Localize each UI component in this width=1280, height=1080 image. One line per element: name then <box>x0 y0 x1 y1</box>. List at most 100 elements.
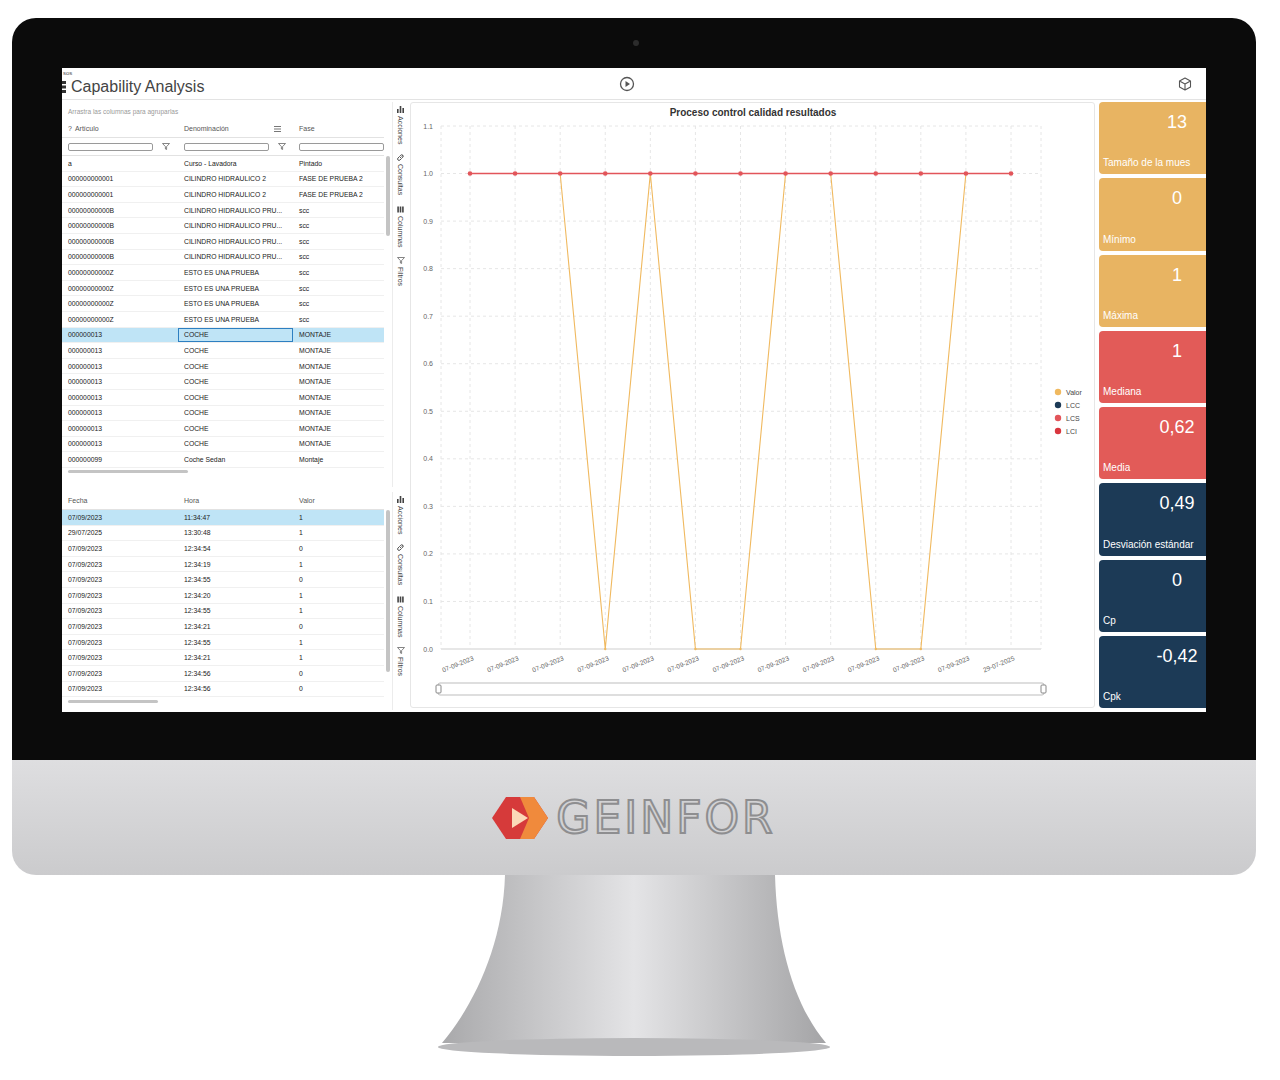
cell-focus[interactable]: ESTO ES UNA PRUEBA <box>178 296 293 311</box>
table-cell[interactable]: 07/09/2023 <box>62 572 178 587</box>
cell-focus[interactable]: Coche Sedan <box>178 452 293 467</box>
filter-input[interactable] <box>184 143 269 151</box>
table-cell[interactable]: 000000013 <box>62 406 178 421</box>
table-cell[interactable]: ESTO ES UNA PRUEBA <box>184 269 259 276</box>
vertical-scrollbar[interactable] <box>384 102 392 487</box>
table-cell[interactable]: 07/09/2023 <box>62 510 178 525</box>
cell-focus[interactable]: Curso - Lavadora <box>178 156 293 171</box>
slider-handle[interactable] <box>436 685 441 693</box>
table-cell[interactable]: CILINDRO HIDRAULICO 2 <box>184 191 266 198</box>
table-cell[interactable]: scc <box>293 203 384 218</box>
table-cell[interactable]: FASE DE PRUEBA 2 <box>293 172 384 187</box>
table-row[interactable]: 00000000000Z ESTO ES UNA PRUEBA scc <box>62 312 384 328</box>
table-row[interactable]: 000000013COCHEMONTAJE <box>62 374 384 390</box>
table-cell[interactable]: 00000000000Z <box>62 296 178 311</box>
table-cell[interactable]: MONTAJE <box>293 343 384 358</box>
table-cell[interactable]: 00000000000B <box>62 218 178 233</box>
scroll-thumb[interactable] <box>68 700 158 703</box>
table-cell[interactable]: CILINDRO HIDRAULICO PRU... <box>184 253 282 260</box>
scroll-thumb[interactable] <box>386 510 390 672</box>
cell-focus[interactable]: COCHE <box>178 437 293 452</box>
table-cell[interactable]: ESTO ES UNA PRUEBA <box>184 285 259 292</box>
table-cell[interactable]: scc <box>293 234 384 249</box>
table-cell[interactable]: CILINDRO HIDRAULICO PRU... <box>184 222 282 229</box>
cell-focus[interactable]: CILINDRO HIDRAULICO PRU... <box>178 250 293 265</box>
table-cell[interactable]: 0 <box>293 541 384 556</box>
data-point[interactable] <box>648 171 653 176</box>
side-tab[interactable]: Acciones <box>397 496 404 534</box>
table-cell[interactable]: 12:34:55 <box>178 635 293 650</box>
data-point[interactable] <box>603 171 608 176</box>
table-cell[interactable]: a <box>62 156 178 171</box>
data-point[interactable] <box>875 648 877 650</box>
cell-focus[interactable]: CILINDRO HIDRAULICO PRU... <box>178 234 293 249</box>
table-cell[interactable]: scc <box>293 312 384 327</box>
column-header[interactable]: Fecha <box>62 492 178 509</box>
table-row[interactable]: 00000000000ZESTO ES UNA PRUEBAscc <box>62 296 384 312</box>
table-cell[interactable]: 00000000000B <box>62 250 178 265</box>
table-cell[interactable]: ESTO ES UNA PRUEBA <box>184 316 259 323</box>
table-cell[interactable]: 1 <box>293 604 384 619</box>
table-cell[interactable]: COCHE <box>184 394 209 401</box>
scroll-thumb[interactable] <box>68 470 188 473</box>
table-cell[interactable]: MONTAJE <box>293 359 384 374</box>
data-point[interactable] <box>558 171 563 176</box>
table-cell[interactable]: 0 <box>293 682 384 697</box>
table-cell[interactable]: MONTAJE <box>293 328 384 343</box>
table-row[interactable]: 07/09/202312:34:560 <box>62 682 384 698</box>
table-cell[interactable]: 12:34:20 <box>178 588 293 603</box>
cell-focus[interactable]: COCHE <box>178 374 293 389</box>
table-cell[interactable]: 00000000000Z <box>62 281 178 296</box>
table-row[interactable]: 07/09/202312:34:210 <box>62 619 384 635</box>
table-cell[interactable]: scc <box>293 250 384 265</box>
table-row[interactable]: 000000013COCHEMONTAJE <box>62 343 384 359</box>
table-row[interactable]: 07/09/202312:34:191 <box>62 557 384 573</box>
table-cell[interactable]: 12:34:21 <box>178 650 293 665</box>
filter-input[interactable] <box>68 143 153 151</box>
side-tab[interactable]: Columnas <box>397 206 404 248</box>
table-cell[interactable]: 000000013 <box>62 390 178 405</box>
side-tab[interactable]: Filtros <box>397 647 405 676</box>
table-cell[interactable]: CILINDRO HIDRAULICO PRU... <box>184 207 282 214</box>
data-point[interactable] <box>513 171 518 176</box>
cell-focus[interactable]: CILINDRO HIDRAULICO 2 <box>178 172 293 187</box>
table-cell[interactable]: 11:34:47 <box>178 510 293 525</box>
table-cell[interactable]: 0 <box>293 572 384 587</box>
table-cell[interactable]: 000000013 <box>62 374 178 389</box>
table-cell[interactable]: scc <box>293 265 384 280</box>
table-row[interactable]: 00000000000BCILINDRO HIDRAULICO PRU...sc… <box>62 203 384 219</box>
table-cell[interactable]: 1 <box>293 635 384 650</box>
filter-input[interactable] <box>299 143 384 151</box>
table-cell[interactable]: 00000000000Z <box>62 312 178 327</box>
side-tab[interactable]: Acciones <box>397 106 404 144</box>
table-row[interactable]: 000000013COCHEMONTAJE <box>62 421 384 437</box>
table-cell[interactable]: 12:34:56 <box>178 666 293 681</box>
table-row[interactable]: 00000000000B CILINDRO HIDRAULICO PRU... sc… <box>62 250 384 266</box>
table-row[interactable]: 000000099Coche SedanMontaje <box>62 452 384 468</box>
table-cell[interactable]: Pintado <box>293 156 384 171</box>
side-tab[interactable]: Consultas <box>397 544 404 585</box>
table-cell[interactable]: 0 <box>293 619 384 634</box>
table-cell[interactable]: 00000000000B <box>62 234 178 249</box>
cell-focus[interactable]: COCHE <box>178 406 293 421</box>
table-row[interactable]: 07/09/202312:34:551 <box>62 604 384 620</box>
table-row[interactable]: 07/09/202312:34:201 <box>62 588 384 604</box>
table-row[interactable]: 07/09/202312:34:560 <box>62 666 384 682</box>
table-cell[interactable]: COCHE <box>184 363 209 370</box>
data-point[interactable] <box>873 171 878 176</box>
table-cell[interactable]: 07/09/2023 <box>62 682 178 697</box>
filter-icon[interactable] <box>162 143 170 150</box>
table-cell[interactable]: 07/09/2023 <box>62 588 178 603</box>
data-point[interactable] <box>920 648 922 650</box>
cell-focus[interactable]: CILINDRO HIDRAULICO 2 <box>178 187 293 202</box>
table-row[interactable]: 000000000001CILINDRO HIDRAULICO 2FASE DE… <box>62 187 384 203</box>
table-cell[interactable]: 07/09/2023 <box>62 541 178 556</box>
table-cell[interactable]: 07/09/2023 <box>62 635 178 650</box>
data-point[interactable] <box>604 648 606 650</box>
horizontal-scrollbar[interactable] <box>62 468 384 476</box>
data-point[interactable] <box>694 648 696 650</box>
table-cell[interactable]: 000000000001 <box>62 187 178 202</box>
slider-handle[interactable] <box>1041 685 1046 693</box>
table-row[interactable]: 07/09/202312:34:550 <box>62 572 384 588</box>
table-cell[interactable]: COCHE <box>184 440 209 447</box>
